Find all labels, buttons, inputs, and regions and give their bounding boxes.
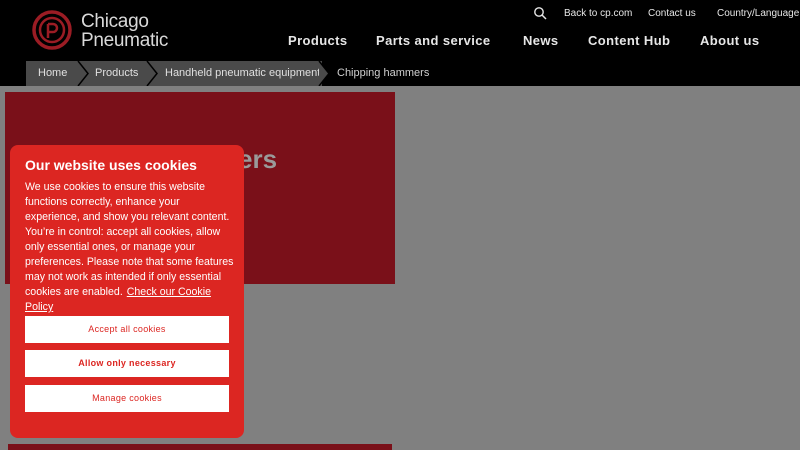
brand-logo[interactable]: Chicago Pneumatic: [31, 9, 191, 51]
search-icon[interactable]: [533, 6, 547, 20]
nav-products[interactable]: Products: [288, 33, 348, 48]
accept-all-cookies-button[interactable]: Accept all cookies: [25, 316, 229, 343]
brand-name: Chicago Pneumatic: [81, 12, 168, 50]
breadcrumb-home[interactable]: Home: [38, 61, 67, 86]
breadcrumb-handheld[interactable]: Handheld pneumatic equipment: [165, 61, 320, 86]
brand-name-line1: Chicago: [81, 11, 149, 32]
breadcrumb-current: Chipping hammers: [337, 67, 430, 79]
nav-content-hub[interactable]: Content Hub: [588, 33, 670, 48]
nav-news[interactable]: News: [523, 33, 559, 48]
site-header: Chicago Pneumatic Back to cp.com Contact…: [0, 0, 800, 61]
brand-name-line2: Pneumatic: [81, 30, 169, 51]
allow-necessary-cookies-button[interactable]: Allow only necessary: [25, 350, 229, 377]
country-language-selector[interactable]: Country/Language: [717, 8, 799, 22]
chevron-right-icon: [318, 61, 330, 86]
cookie-consent-dialog: Our website uses cookies We use cookies …: [10, 145, 244, 438]
chevron-right-icon: [146, 61, 158, 86]
breadcrumb: Home Products Handheld pneumatic equipme…: [0, 61, 800, 86]
breadcrumb-products[interactable]: Products: [95, 61, 138, 86]
cp-logo-icon: [32, 10, 72, 50]
cookie-dialog-body: We use cookies to ensure this website fu…: [25, 180, 235, 315]
nav-parts-and-service[interactable]: Parts and service: [376, 33, 490, 48]
manage-cookies-button[interactable]: Manage cookies: [25, 385, 229, 412]
contact-us-link[interactable]: Contact us: [648, 8, 696, 22]
cookie-dialog-title: Our website uses cookies: [25, 157, 197, 173]
back-to-cp-link[interactable]: Back to cp.com: [564, 8, 632, 22]
cookie-dialog-text: We use cookies to ensure this website fu…: [25, 181, 234, 298]
content-band: [8, 444, 392, 450]
nav-about-us[interactable]: About us: [700, 33, 760, 48]
chevron-right-icon: [77, 61, 89, 86]
